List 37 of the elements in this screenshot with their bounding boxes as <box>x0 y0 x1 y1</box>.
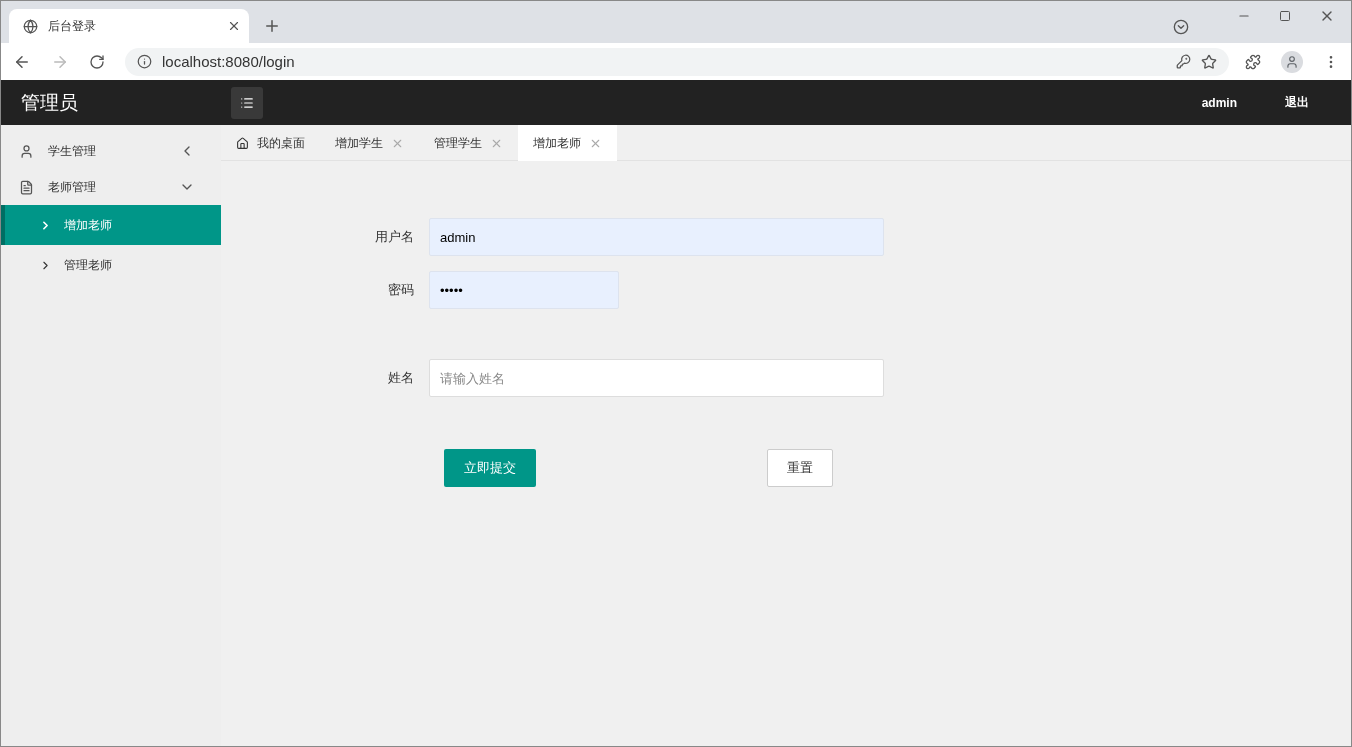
input-field[interactable]: 请输入姓名 <box>429 359 884 397</box>
reset-button[interactable]: 重置 <box>767 449 833 487</box>
page-tab[interactable]: 增加老师 <box>518 125 617 161</box>
home-icon <box>236 136 249 150</box>
page-tab[interactable]: 管理学生 <box>419 125 518 161</box>
reload-icon[interactable] <box>89 53 105 70</box>
sidebar-item[interactable]: 学生管理 <box>1 133 221 169</box>
maximize-icon[interactable] <box>1279 10 1291 22</box>
globe-icon <box>23 18 38 34</box>
key-icon[interactable] <box>1176 54 1191 69</box>
sidebar-subitem[interactable]: 管理老师 <box>1 245 221 285</box>
field-label: 密码 <box>387 281 415 299</box>
list-icon <box>240 95 254 110</box>
sidebar-subitem[interactable]: 增加老师 <box>1 205 221 245</box>
puzzle-icon[interactable] <box>1245 53 1261 70</box>
field-label: 用户名 <box>374 228 415 246</box>
user-link[interactable]: admin <box>1201 95 1237 110</box>
address-bar[interactable]: localhost:8080/login <box>125 47 1229 76</box>
user-icon <box>19 143 34 159</box>
sidebar-item[interactable]: 老师管理 <box>1 169 221 205</box>
app-title: 管理员 <box>20 90 79 115</box>
dropdown-icon[interactable] <box>1173 19 1189 35</box>
logout-link[interactable]: 退出 <box>1285 94 1309 111</box>
new-tab-icon[interactable] <box>263 17 281 35</box>
page-tab[interactable]: 我的桌面 <box>221 125 320 161</box>
document-icon <box>19 179 34 195</box>
input-field[interactable]: admin <box>429 218 884 256</box>
close-icon[interactable] <box>227 19 241 33</box>
menu-button[interactable] <box>231 86 263 119</box>
info-icon <box>137 54 152 69</box>
browser-tab[interactable]: 后台登录 <box>9 9 249 43</box>
submit-button[interactable]: 立即提交 <box>444 449 536 487</box>
input-field[interactable]: ••••• <box>429 271 619 309</box>
page-tab[interactable]: 增加学生 <box>320 125 419 161</box>
star-icon[interactable] <box>1201 53 1217 70</box>
profile-icon[interactable] <box>1281 50 1303 73</box>
field-label: 姓名 <box>387 369 415 387</box>
